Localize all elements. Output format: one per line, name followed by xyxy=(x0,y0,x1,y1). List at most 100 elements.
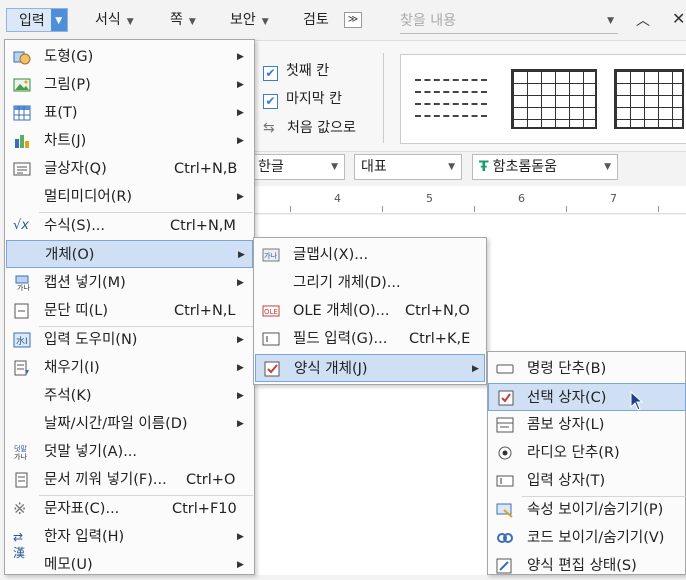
ruler-number: 5 xyxy=(426,192,433,205)
menu-item-hanja-input[interactable]: ⇄漢 한자 입력(H) ▶ xyxy=(5,523,254,560)
tab-review[interactable]: 검토 xyxy=(303,8,329,32)
paragraph-band-icon xyxy=(14,303,29,319)
menu-item-multimedia[interactable]: 멀티미디어(R) ▶ xyxy=(5,183,254,211)
menu-item-caption[interactable]: 가나 캡션 넣기(M) ▶ xyxy=(5,269,254,297)
tab-security[interactable]: 보안 ▼ xyxy=(230,8,269,32)
menu-item-picture[interactable]: 그림(P) ▶ xyxy=(5,71,254,99)
textbox-icon xyxy=(13,162,31,176)
menu-item-shortcut: Ctrl+K,E xyxy=(409,331,471,347)
menu-item-label: 코드 보이기/숨기기(V) xyxy=(527,530,665,546)
menu-item-label: 그림(P) xyxy=(44,77,91,93)
table-style-gallery xyxy=(400,54,686,144)
field-icon xyxy=(262,332,280,346)
menu-item-combo-box[interactable]: 콤보 상자(L) xyxy=(488,411,686,439)
ruler-number: 4 xyxy=(334,192,341,205)
menu-item-form-edit-mode[interactable]: 양식 편집 상태(S) xyxy=(488,552,686,580)
menu-item-object[interactable]: 개체(O) ▶ xyxy=(6,240,253,268)
check-icon: ✔ xyxy=(263,94,278,109)
chevron-down-icon[interactable]: ▼ xyxy=(607,8,614,34)
chevron-down-icon: ▼ xyxy=(604,162,611,172)
ruler-number: 6 xyxy=(518,192,525,205)
tab-security-label: 보안 xyxy=(230,12,256,28)
chevron-down-icon: ▼ xyxy=(331,162,338,172)
ruler-number: 7 xyxy=(610,192,617,205)
menu-item-fill[interactable]: 채우기(I) ▶ xyxy=(5,354,254,382)
table-style-dashed[interactable] xyxy=(411,69,491,129)
font-select[interactable]: Ŧ 함초롬돋움 ▼ xyxy=(472,154,618,180)
menu-item-toggle-properties[interactable]: 속성 보이기/숨기기(P) xyxy=(488,496,686,524)
menu-item-field-input[interactable]: 필드 입력(G)... Ctrl+K,E xyxy=(254,325,486,353)
chevron-right-icon: ▶ xyxy=(472,364,479,374)
chevron-right-icon: ▶ xyxy=(237,532,244,542)
menu-item-datetime-filename[interactable]: 날짜/시간/파일 이름(D) ▶ xyxy=(5,410,254,438)
menu-item-ruby[interactable]: 덧말 가나 덧말 넣기(A)... xyxy=(5,438,254,466)
menu-item-input-helper[interactable]: 水I 입력 도우미(N) ▶ xyxy=(5,326,254,354)
menu-item-table[interactable]: 표(T) ▶ xyxy=(5,99,254,127)
menu-item-label: 멀티미디어(R) xyxy=(44,189,133,205)
menu-item-paragraph-band[interactable]: 문단 띠(L) Ctrl+N,L xyxy=(5,297,254,325)
command-button-icon xyxy=(496,364,514,374)
menu-item-equation[interactable]: √x 수식(S)... Ctrl+N,M xyxy=(5,212,254,240)
menu-item-form-object[interactable]: 양식 개체(J) ▶ xyxy=(255,354,485,382)
menu-item-checkbox[interactable]: 선택 상자(C) xyxy=(488,383,686,411)
tab-page-label: 쪽 xyxy=(170,12,183,28)
language-select[interactable]: 한글 ▼ xyxy=(251,154,345,180)
table-style-grid[interactable] xyxy=(511,69,597,129)
menu-item-shortcut: Ctrl+N,M xyxy=(170,218,236,234)
menu-item-insert-document[interactable]: 문서 끼워 넣기(F)... Ctrl+O xyxy=(5,466,254,494)
menu-item-label: 글맵시(X)... xyxy=(293,247,369,263)
menu-item-wordart[interactable]: 가나 글맵시(X)... xyxy=(254,241,486,269)
menu-item-toggle-code[interactable]: 코드 보이기/숨기기(V) xyxy=(488,524,686,552)
menu-item-label: 입력 상자(T) xyxy=(527,473,606,489)
input-box-icon xyxy=(496,475,514,487)
chevron-right-icon: ▶ xyxy=(238,250,245,260)
menu-item-input-box[interactable]: 입력 상자(T) xyxy=(488,467,686,495)
menu-item-label: 날짜/시간/파일 이름(D) xyxy=(44,416,188,432)
menu-item-symbol[interactable]: ※ 문자표(C)... Ctrl+F10 xyxy=(5,495,254,523)
menu-item-label: 양식 편집 상태(S) xyxy=(527,558,637,574)
form-edit-icon xyxy=(496,558,512,574)
collapse-ribbon-icon[interactable]: ︿ xyxy=(636,10,650,30)
menu-item-command-button[interactable]: 명령 단추(B) xyxy=(488,355,686,383)
chevron-down-icon: ▼ xyxy=(188,17,196,27)
menu-item-label: 문자표(C)... xyxy=(44,501,120,517)
tab-insert[interactable]: 입력 ▼ xyxy=(6,8,68,32)
menu-item-textbox[interactable]: 글상자(Q) Ctrl+N,B xyxy=(5,155,254,183)
first-column-checkbox[interactable]: ✔ 첫째 칸 xyxy=(263,59,329,83)
tab-format[interactable]: 서식 ▼ xyxy=(95,8,134,32)
code-icon xyxy=(497,533,513,543)
menu-item-label: 선택 상자(C) xyxy=(527,390,607,406)
menu-item-label: 캡션 넣기(M) xyxy=(44,275,126,291)
form-object-icon xyxy=(264,361,280,377)
equation-icon: √x xyxy=(13,218,29,233)
menu-item-label: 개체(O) xyxy=(45,247,95,263)
chevron-down-icon: ▼ xyxy=(448,162,455,172)
table-style-grid-2[interactable] xyxy=(614,69,684,129)
chevron-down-icon[interactable]: ▼ xyxy=(50,9,67,31)
menu-item-ole-object[interactable]: OLE OLE 개체(O)... Ctrl+N,O xyxy=(254,297,486,325)
menu-item-label: 문서 끼워 넣기(F)... xyxy=(44,472,167,488)
menu-item-label: 콤보 상자(L) xyxy=(527,417,605,433)
search-input[interactable]: 찾을 내용 ▼ xyxy=(400,8,618,34)
tab-format-label: 서식 xyxy=(95,12,121,28)
menu-item-label: 그리기 개체(D)... xyxy=(293,275,401,291)
menu-item-radio-button[interactable]: 라디오 단추(R) xyxy=(488,439,686,467)
svg-text:水I: 水I xyxy=(16,335,28,347)
menu-item-chart[interactable]: 차트(J) ▶ xyxy=(5,127,254,155)
ruby-icon: 덧말가나 xyxy=(14,444,27,460)
close-icon[interactable]: ✕ xyxy=(672,9,685,28)
menu-item-annotation[interactable]: 주석(K) ▶ xyxy=(5,382,254,410)
menu-item-drawing-object[interactable]: 그리기 개체(D)... xyxy=(254,269,486,297)
reset-button[interactable]: ⇆ 처음 값으로 xyxy=(263,117,356,137)
more-tabs-button[interactable]: ≫ xyxy=(344,12,362,28)
chevron-right-icon: ▶ xyxy=(237,80,244,90)
check-icon: ✔ xyxy=(263,66,278,81)
style-select[interactable]: 대표 ▼ xyxy=(354,154,462,180)
first-column-label: 첫째 칸 xyxy=(286,63,330,79)
tab-page[interactable]: 쪽 ▼ xyxy=(170,8,196,32)
last-column-checkbox[interactable]: ✔ 마지막 칸 xyxy=(263,87,342,111)
ribbon-panel: ✔ 첫째 칸 ✔ 마지막 칸 ⇆ 처음 값으로 xyxy=(255,40,686,152)
chevron-down-icon: ▼ xyxy=(126,17,134,27)
checkbox-icon xyxy=(498,390,514,406)
menu-item-shape[interactable]: 도형(G) ▶ xyxy=(5,43,254,71)
